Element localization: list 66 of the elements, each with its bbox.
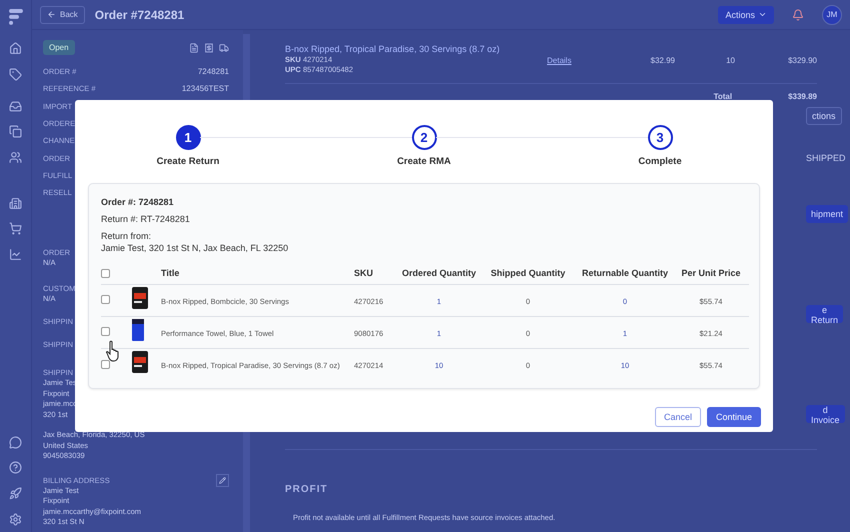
truck-icon[interactable]	[219, 42, 229, 52]
select-all-checkbox[interactable]	[101, 268, 110, 278]
return-number: Return #: RT-7248281	[101, 213, 190, 225]
cancel-button[interactable]: Cancel	[654, 407, 701, 427]
status-badge: Open	[43, 40, 75, 55]
receipt-icon[interactable]	[204, 42, 214, 52]
towel-package-drawing	[131, 318, 145, 342]
quantity: 10	[726, 56, 735, 65]
action-button[interactable]: hipment	[806, 205, 848, 223]
column-header: Ordered Quantity	[402, 268, 476, 278]
return-from-label: Return from:	[101, 230, 152, 242]
step-label: Create Return	[156, 156, 220, 167]
back-arrow-icon	[47, 10, 56, 19]
copy-icon[interactable]	[9, 125, 22, 138]
status-text: SHIPPED	[806, 153, 846, 163]
inbox-icon[interactable]	[9, 100, 22, 112]
step-label: Complete	[638, 156, 682, 167]
field-value: 7248281	[198, 67, 229, 76]
home-icon[interactable]	[9, 42, 22, 56]
user-avatar[interactable]: JM	[822, 4, 842, 24]
document-icon[interactable]	[189, 42, 199, 52]
order-number: Order #: 7248281	[101, 196, 174, 208]
page-title: Order #7248281	[94, 8, 184, 22]
logo-icon	[8, 8, 24, 26]
pencil-icon	[219, 476, 226, 484]
action-button[interactable]: ctions	[806, 107, 842, 125]
action-button[interactable]: d Invoice	[806, 405, 845, 423]
notification-bell-icon[interactable]	[792, 8, 804, 20]
back-button[interactable]: Back	[40, 6, 85, 24]
help-icon[interactable]	[9, 461, 22, 474]
building-icon[interactable]	[9, 196, 22, 210]
column-header: Title	[161, 268, 180, 278]
rocket-icon[interactable]	[9, 487, 22, 500]
row-checkbox[interactable]	[101, 360, 110, 369]
return-address: Jamie Test, 320 1st St N, Jax Beach, FL 32250	[101, 242, 288, 254]
tag-icon[interactable]	[9, 68, 22, 81]
chevron-down-icon	[758, 10, 767, 19]
profit-heading: PROFIT	[285, 483, 329, 495]
column-header: Returnable Quantity	[582, 268, 668, 278]
continue-button[interactable]: Continue	[706, 407, 761, 427]
row-checkbox[interactable]	[101, 327, 110, 336]
supplement-tub-drawing	[131, 350, 149, 374]
step-label: Create RMA	[397, 156, 451, 167]
column-header: Per Unit Price	[681, 268, 741, 278]
product-link[interactable]: B-nox Ripped, Tropical Paradise, 30 Servings (8.7 oz)	[285, 44, 500, 55]
column-header: Shipped Quantity	[490, 268, 566, 278]
settings-icon[interactable]	[9, 512, 22, 526]
supplement-tub-drawing	[131, 286, 149, 310]
chart-icon[interactable]	[9, 248, 22, 261]
column-header: SKU	[354, 268, 374, 278]
unit-price: $32.99	[650, 56, 675, 65]
step-number[interactable]: 3	[648, 125, 672, 150]
actions-button[interactable]: Actions	[718, 6, 774, 24]
action-button[interactable]: e Return	[806, 305, 844, 323]
total-label: Total	[714, 92, 732, 101]
step-number[interactable]: 2	[412, 125, 436, 150]
row-checkbox[interactable]	[101, 295, 110, 304]
details-link[interactable]: Details	[547, 56, 572, 65]
edit-button[interactable]	[216, 474, 229, 487]
step-number[interactable]: 1	[176, 125, 200, 150]
cart-icon[interactable]	[9, 222, 22, 236]
line-amount: $329.90	[788, 56, 817, 65]
field-value: 123456TEST	[182, 84, 229, 94]
users-icon[interactable]	[9, 150, 22, 164]
total-value: $339.89	[788, 92, 817, 101]
chat-icon[interactable]	[9, 436, 22, 449]
